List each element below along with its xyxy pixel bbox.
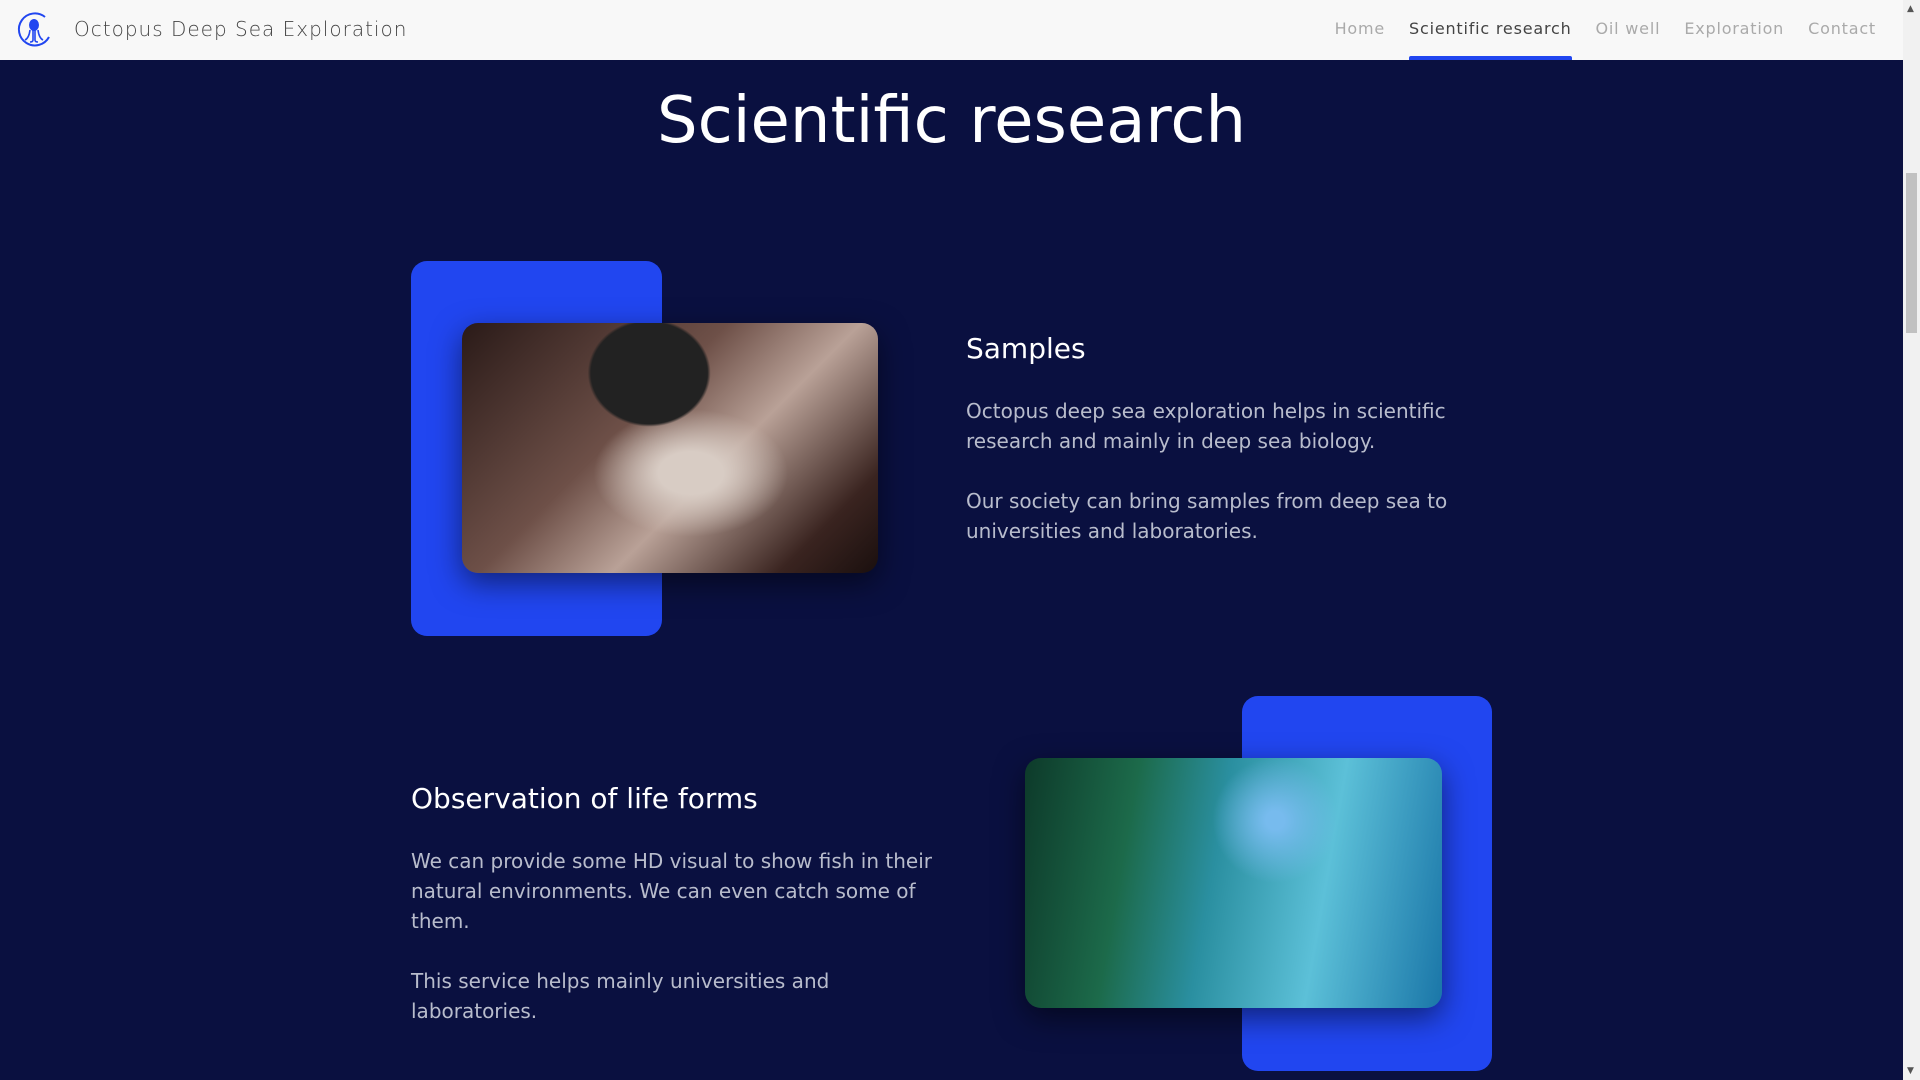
nav-scientific-research[interactable]: Scientific research — [1409, 0, 1573, 60]
paragraph: Our society can bring samples from deep … — [966, 489, 1448, 543]
nav-home[interactable]: Home — [1335, 0, 1385, 60]
nav-exploration[interactable]: Exploration — [1684, 0, 1784, 60]
section-text: Octopus deep sea exploration helps in sc… — [966, 396, 1506, 576]
scrollbar[interactable]: ▲ ▼ — [1903, 0, 1920, 1080]
nav-oil-well[interactable]: Oil well — [1596, 0, 1661, 60]
top-navbar: Octopus Deep Sea Exploration Home Scient… — [0, 0, 1903, 60]
scroll-down-icon[interactable]: ▼ — [1907, 1066, 1914, 1076]
divers-reef-photo — [1025, 758, 1442, 1008]
nav-contact[interactable]: Contact — [1808, 0, 1876, 60]
brand-title[interactable]: Octopus Deep Sea Exploration — [74, 17, 407, 41]
microscope-photo — [462, 323, 878, 573]
section-text: We can provide some HD visual to show fi… — [411, 846, 951, 1056]
scroll-up-icon[interactable]: ▲ — [1907, 4, 1914, 14]
main-menu: Home Scientific research Oil well Explor… — [1335, 0, 1876, 60]
scrollbar-thumb[interactable] — [1906, 173, 1917, 333]
octopus-logo-icon[interactable] — [15, 11, 53, 49]
page-title: Scientific research — [656, 84, 1247, 158]
paragraph: We can provide some HD visual to show fi… — [411, 849, 932, 933]
section-heading: Observation of life forms — [411, 782, 758, 815]
paragraph: Octopus deep sea exploration helps in sc… — [966, 399, 1446, 453]
paragraph: This service helps mainly universities a… — [411, 969, 830, 1023]
section-heading: Samples — [966, 332, 1086, 365]
